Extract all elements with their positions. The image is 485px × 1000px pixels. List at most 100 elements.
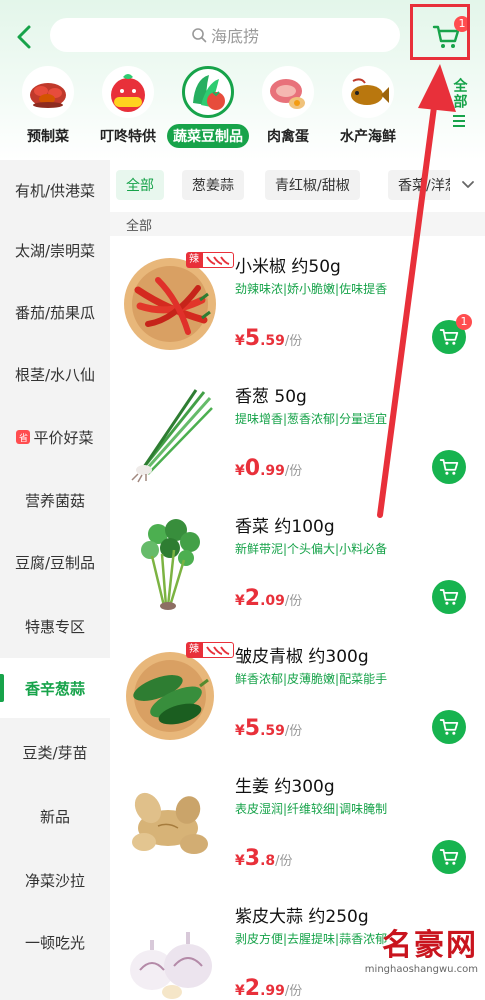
crayfish-icon <box>30 83 66 108</box>
product-image[interactable] <box>116 768 224 876</box>
product-tags: 提味增香|葱香浓郁|分量适宜 <box>235 412 388 426</box>
chevron-down-icon <box>461 181 474 188</box>
filter-chip-bar: 全部 葱姜蒜 青红椒/甜椒 香菜/洋葱 <box>110 160 485 212</box>
category-item[interactable]: 叮咚特供 <box>88 66 168 148</box>
scallion-image <box>131 389 213 483</box>
category-item-selected[interactable]: 蔬菜豆制品 <box>167 66 249 148</box>
product-price: ¥0.99/份 <box>235 456 303 481</box>
category-item[interactable]: 水产海鲜 <box>328 66 408 148</box>
sidebar-item[interactable]: 有机/供港菜 <box>0 160 110 220</box>
search-placeholder: 海底捞 <box>210 27 259 46</box>
sidebar-item[interactable]: 省平价好菜 <box>0 407 110 467</box>
sidebar-item[interactable]: 特惠专区 <box>0 596 110 656</box>
filter-chip[interactable]: 香菜/洋葱 <box>388 170 458 200</box>
product-card[interactable]: 辣 小米椒 约50g 劲辣味浓|娇小脆嫩|佐味提香 ¥5.59/份 1 <box>110 238 485 368</box>
category-label: 预制菜 <box>27 129 69 145</box>
spicy-badge: 辣 <box>186 642 234 658</box>
spicy-label: 辣 <box>186 252 202 268</box>
add-to-cart-button[interactable] <box>432 450 466 484</box>
product-price: ¥2.99/份 <box>235 976 303 1000</box>
watermark-url: minghaoshangwu.com <box>364 964 478 975</box>
fish-icon <box>351 78 389 105</box>
product-card[interactable]: 生姜 约300g 表皮湿润|纤维较细|调味腌制 ¥3.8/份 <box>110 758 485 888</box>
filter-chip-active[interactable]: 全部 <box>116 170 164 200</box>
product-image[interactable] <box>116 378 224 486</box>
product-name: 香菜 约100g <box>235 517 335 537</box>
sidebar-item-label: 太湖/崇明菜 <box>14 241 96 260</box>
product-price: ¥5.59/份 <box>235 326 303 351</box>
watermark-name: 名豪网 <box>382 928 478 963</box>
product-price: ¥3.8/份 <box>235 846 293 871</box>
sidebar-item-label: 香辛葱蒜 <box>24 679 85 698</box>
product-name: 皱皮青椒 约300g <box>235 647 369 667</box>
save-tag-icon: 省 <box>16 430 31 444</box>
sidebar-item-label: 番茄/茄果瓜 <box>14 303 96 322</box>
product-panel: 全部 葱姜蒜 青红椒/甜椒 香菜/洋葱 全部 辣 小米椒 约50g 劲辣味浓|娇… <box>110 160 485 1000</box>
add-to-cart-button[interactable] <box>432 580 466 614</box>
sidebar-item-label: 新品 <box>39 807 70 826</box>
product-name: 香葱 50g <box>235 387 307 407</box>
back-button[interactable] <box>10 20 38 54</box>
spicy-badge: 辣 <box>186 252 234 268</box>
product-card[interactable]: 辣 皱皮青椒 约300g 鲜香浓郁|皮薄脆嫩|配菜能手 ¥5.59/份 <box>110 628 485 758</box>
category-strip: 预制菜 叮咚特供 蔬菜豆制品 肉禽蛋 水产海鲜 <box>0 66 440 156</box>
category-item[interactable]: 预制菜 <box>8 66 88 148</box>
sidebar-item[interactable]: 新品 <box>0 786 110 846</box>
sidebar-item-label: 平价好菜 <box>33 428 94 447</box>
sidebar-item-label: 豆腐/豆制品 <box>14 553 96 572</box>
category-item[interactable]: 肉禽蛋 <box>248 66 328 148</box>
filter-chip[interactable]: 青红椒/甜椒 <box>265 170 360 200</box>
vegetable-icon <box>193 75 225 110</box>
product-image[interactable] <box>116 508 224 616</box>
cart-icon <box>439 719 459 735</box>
sidebar-item[interactable]: 根茎/水八仙 <box>0 344 110 404</box>
chili-icon <box>202 252 234 268</box>
product-tags: 劲辣味浓|娇小脆嫩|佐味提香 <box>235 282 388 296</box>
sidebar-item-label: 净菜沙拉 <box>24 871 85 890</box>
sidebar-item-label: 营养菌菇 <box>24 491 85 510</box>
sidebar-item-label: 有机/供港菜 <box>14 181 96 200</box>
sidebar-item[interactable]: 太湖/崇明菜 <box>0 220 110 280</box>
cart-icon <box>439 329 459 345</box>
cart-icon <box>439 849 459 865</box>
product-name: 小米椒 约50g <box>235 257 341 277</box>
cart-icon <box>439 459 459 475</box>
product-name: 生姜 约300g <box>235 777 335 797</box>
sidebar-item[interactable]: 番茄/茄果瓜 <box>0 282 110 342</box>
add-to-cart-button[interactable] <box>432 710 466 744</box>
coriander-image <box>141 519 200 610</box>
product-image[interactable]: 辣 <box>116 638 234 746</box>
meat-icon <box>270 79 305 109</box>
add-to-cart-button[interactable] <box>432 840 466 874</box>
sidebar-item[interactable]: 豆腐/豆制品 <box>0 532 110 592</box>
category-label: 叮咚特供 <box>100 129 156 145</box>
product-tags: 表皮湿润|纤维较细|调味腌制 <box>235 802 388 816</box>
ginger-image <box>132 792 208 854</box>
add-to-cart-button[interactable]: 1 <box>432 314 472 354</box>
sidebar-item[interactable]: 一顿吃光 <box>0 912 110 972</box>
product-price: ¥5.59/份 <box>235 716 303 741</box>
sidebar-item-label: 一顿吃光 <box>24 933 85 952</box>
product-card[interactable]: 香葱 50g 提味增香|葱香浓郁|分量适宜 ¥0.99/份 <box>110 368 485 498</box>
category-label: 水产海鲜 <box>340 129 396 145</box>
sidebar-item-label: 特惠专区 <box>24 617 85 636</box>
category-sidebar: 有机/供港菜 太湖/崇明菜 番茄/茄果瓜 根茎/水八仙 省平价好菜 营养菌菇 豆… <box>0 160 110 1000</box>
section-header: 全部 <box>110 212 485 236</box>
product-image[interactable]: 辣 <box>116 248 234 356</box>
annotation-highlight-box <box>410 4 470 60</box>
product-price: ¥2.09/份 <box>235 586 303 611</box>
garlic-image <box>130 932 212 999</box>
sidebar-item[interactable]: 豆类/芽苗 <box>0 722 110 782</box>
site-watermark: 名豪网 minghaoshangwu.com <box>318 920 478 995</box>
sidebar-item[interactable]: 营养菌菇 <box>0 470 110 530</box>
search-icon <box>192 28 207 43</box>
search-bar[interactable]: 海底捞 <box>50 18 400 52</box>
expand-filters-button[interactable] <box>450 168 485 202</box>
filter-chip[interactable]: 葱姜蒜 <box>182 170 244 200</box>
product-image[interactable] <box>116 898 224 1000</box>
category-label: 蔬菜豆制品 <box>167 124 249 148</box>
sidebar-item[interactable]: 净菜沙拉 <box>0 850 110 910</box>
product-card[interactable]: 香菜 约100g 新鲜带泥|个头偏大|小料必备 ¥2.09/份 <box>110 498 485 628</box>
all-categories-button[interactable]: 全部 <box>446 78 472 128</box>
sidebar-item-active[interactable]: 香辛葱蒜 <box>0 658 110 718</box>
